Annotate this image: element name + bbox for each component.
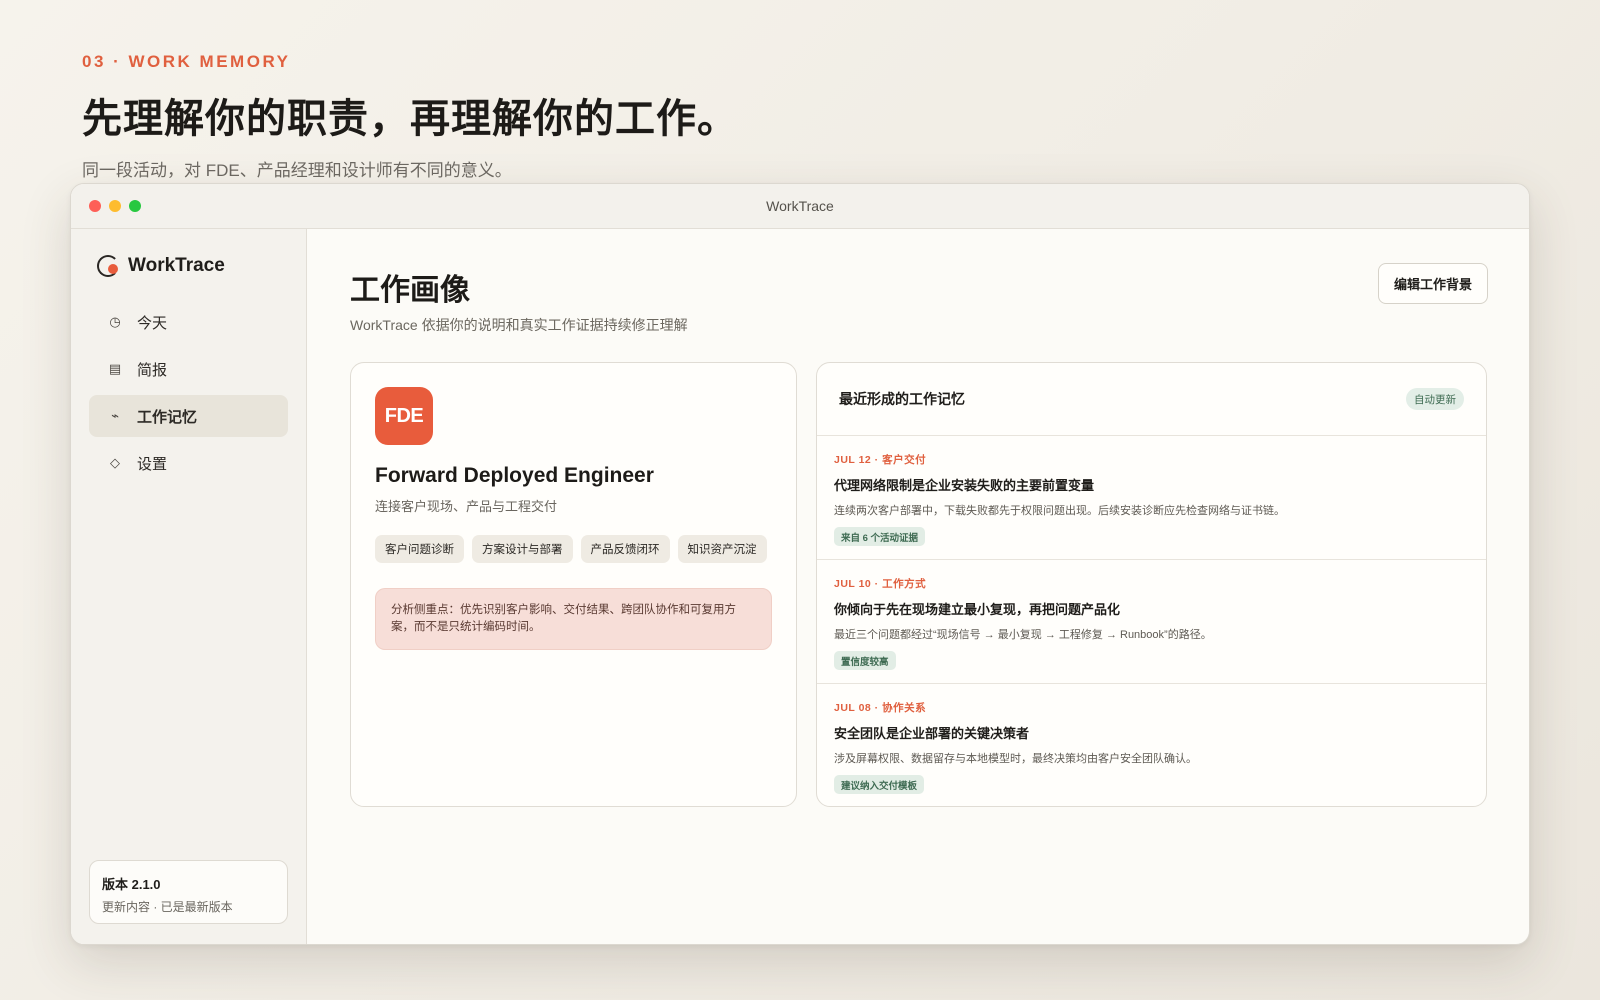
memory-icon: ⌁: [111, 408, 119, 423]
memory-description: 最近三个问题都经过“现场信号 → 最小复现 → 工程修复 → Runbook”的…: [834, 629, 1212, 641]
page-title: 工作画像: [350, 273, 470, 308]
version-status: 更新内容 · 已是最新版本: [102, 900, 233, 914]
memory-title-text: 你倾向于先在现场建立最小复现，再把问题产品化: [834, 602, 1121, 617]
skill-tag: 客户问题诊断: [375, 535, 464, 563]
headline: 先理解你的职责，再理解你的工作。: [82, 95, 738, 142]
worktrace-logo-icon: [97, 255, 119, 277]
memory-confidence-tag: 置信度较高: [834, 651, 896, 670]
sidebar-item-label: 设置: [137, 455, 168, 473]
sidebar-item-brief[interactable]: ▤ 简报: [89, 348, 288, 390]
skill-tags: 客户问题诊断 方案设计与部署 产品反馈闭环 知识资产沉淀: [375, 535, 772, 563]
window-controls: [89, 200, 141, 212]
auto-update-badge: 自动更新: [1406, 388, 1464, 410]
skill-tag: 产品反馈闭环: [580, 535, 670, 563]
skill-tag: 知识资产沉淀: [677, 535, 767, 563]
main-content: 工作画像 WorkTrace 依据你的说明和真实工作证据持续修正理解 编辑工作背…: [307, 229, 1529, 944]
sidebar-item-settings[interactable]: ◇ 设置: [89, 442, 288, 484]
profile-card: FDE Forward Deployed Engineer 连接客户现场、产品与…: [350, 362, 797, 807]
page-subtitle: WorkTrace 依据你的说明和真实工作证据持续修正理解: [350, 317, 688, 333]
minimize-window-button[interactable]: [109, 200, 121, 212]
sidebar-item-today[interactable]: ◷ 今天: [89, 301, 288, 343]
app-window: WorkTrace WorkTrace ◷ 今天 ▤ 简报 ⌁ 工作记忆 ◇ 设…: [70, 183, 1530, 945]
brand: WorkTrace: [97, 255, 306, 277]
version-card[interactable]: 版本 2.1.0 更新内容 · 已是最新版本: [89, 860, 288, 924]
zoom-window-button[interactable]: [129, 200, 141, 212]
analysis-focus-note: 分析侧重点：优先识别客户影响、交付结果、跨团队协作和可复用方案，而不是只统计编码…: [375, 588, 772, 650]
role-description: 连接客户现场、产品与工程交付: [375, 499, 558, 514]
memory-description: 涉及屏幕权限、数据留存与本地模型时，最终决策均由客户安全团队确认。: [834, 753, 1197, 765]
memory-item[interactable]: JUL 12 · 客户交付 代理网络限制是企业安装失败的主要前置变量 连续两次客…: [817, 436, 1486, 560]
subhead: 同一段活动，对 FDE、产品经理和设计师有不同的意义。: [82, 161, 512, 180]
edit-work-context-button[interactable]: 编辑工作背景: [1378, 263, 1488, 304]
memory-meta: JUL 10 · 工作方式: [834, 578, 927, 590]
memory-meta: JUL 12 · 客户交付: [834, 454, 927, 466]
role-title: Forward Deployed Engineer: [375, 464, 654, 487]
memory-item[interactable]: JUL 08 · 协作关系 安全团队是企业部署的关键决策者 涉及屏幕权限、数据留…: [817, 684, 1486, 806]
settings-icon: ◇: [110, 455, 120, 470]
memory-evidence-tag: 来自 6 个活动证据: [834, 527, 926, 546]
sidebar-item-label: 简报: [137, 361, 168, 379]
report-icon: ▤: [108, 361, 122, 376]
sidebar-item-label: 今天: [137, 314, 168, 332]
memory-item[interactable]: JUL 10 · 工作方式 你倾向于先在现场建立最小复现，再把问题产品化 最近三…: [817, 560, 1486, 684]
memory-suggestion-tag: 建议纳入交付模板: [834, 775, 925, 794]
memory-title-text: 安全团队是企业部署的关键决策者: [834, 726, 1030, 741]
eyebrow: 03 · WORK MEMORY: [82, 52, 291, 71]
skill-tag: 方案设计与部署: [472, 535, 573, 563]
memory-header: 最近形成的工作记忆 自动更新: [817, 363, 1486, 436]
title-bar: WorkTrace: [71, 184, 1529, 229]
sidebar-item-work-memory[interactable]: ⌁ 工作记忆: [89, 395, 288, 437]
sidebar-item-label: 工作记忆: [137, 408, 198, 426]
memory-meta: JUL 08 · 协作关系: [834, 702, 927, 714]
hero: 03 · WORK MEMORY 先理解你的职责，再理解你的工作。 同一段活动，…: [82, 52, 738, 181]
sidebar-nav: ◷ 今天 ▤ 简报 ⌁ 工作记忆 ◇ 设置: [71, 301, 306, 484]
role-badge-icon: FDE: [375, 387, 433, 445]
memory-title: 最近形成的工作记忆: [839, 391, 965, 407]
window-title: WorkTrace: [766, 198, 834, 214]
memory-title-text: 代理网络限制是企业安装失败的主要前置变量: [834, 478, 1095, 493]
memory-card: 最近形成的工作记忆 自动更新 JUL 12 · 客户交付 代理网络限制是企业安装…: [816, 362, 1487, 807]
version-title: 版本 2.1.0: [102, 877, 161, 892]
clock-icon: ◷: [109, 314, 121, 329]
brand-name: WorkTrace: [128, 255, 225, 276]
memory-description: 连续两次客户部署中，下载失败都先于权限问题出现。后续安装诊断应先检查网络与证书链…: [834, 505, 1285, 517]
close-window-button[interactable]: [89, 200, 101, 212]
sidebar: WorkTrace ◷ 今天 ▤ 简报 ⌁ 工作记忆 ◇ 设置 版本 2.1.0…: [71, 229, 307, 944]
